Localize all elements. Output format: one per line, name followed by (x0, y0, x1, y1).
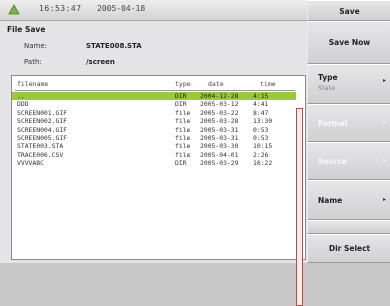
save-now-label: Save Now (328, 38, 371, 47)
format-button[interactable]: Format ▸ (307, 104, 390, 142)
file-rows: .. DIR 2004-12-28 4:15 DDD DIR 2005-03-12 4:41 S… (12, 92, 296, 168)
file-type-cell: DIR (175, 92, 187, 100)
file-row[interactable]: SCREEN002.GIF file 2005-03-28 13:30 (12, 117, 296, 125)
file-row[interactable]: DDD DIR 2005-03-12 4:41 (12, 100, 296, 108)
type-arrow-icon: ▸ (382, 77, 386, 84)
file-type-cell: file (175, 117, 191, 126)
file-row[interactable]: SCREEN001.GIF file 2005-03-22 8:47 (12, 109, 296, 117)
file-row[interactable]: SCREEN005.GIF file 2005-03-31 0:53 (12, 134, 296, 142)
save-now-button[interactable]: Save Now (307, 21, 390, 64)
file-time-cell: 0:53 (253, 125, 269, 134)
file-row[interactable]: TRACE006.CSV file 2005-04-01 2:26 (12, 151, 296, 159)
header-divider (15, 90, 295, 91)
file-time-cell: 0:53 (253, 133, 269, 142)
file-date-cell: 2005-03-30 (200, 142, 239, 151)
type-value: State (318, 84, 336, 92)
status-bar: 16:53:47 2005-04-18 (0, 0, 307, 21)
scrollbar[interactable] (296, 108, 303, 306)
file-name-cell: TRACE006.CSV (17, 150, 64, 159)
file-list-header: filename type date time (12, 76, 305, 89)
file-name-cell: .. (17, 92, 25, 100)
file-time-cell: 16:22 (253, 159, 273, 168)
file-time-cell: 8:47 (253, 108, 269, 117)
file-type-cell: file (175, 108, 191, 117)
file-name-cell: STATE003.STA (17, 142, 64, 151)
column-header-filename: filename (17, 80, 49, 88)
path-value: /screen (86, 58, 115, 66)
type-label: Type (318, 73, 338, 82)
file-type-cell: file (175, 133, 191, 142)
file-name-cell: SCREEN005.GIF (17, 133, 68, 142)
file-date-cell: 2005-03-29 (200, 159, 239, 168)
name-button[interactable]: Name ▸ (307, 180, 390, 220)
file-date-cell: 2005-03-12 (200, 100, 239, 109)
instrument-screen: 16:53:47 2005-04-18 File Save Name: STAT… (0, 0, 390, 306)
blank-softkey (307, 220, 390, 234)
dir-select-button[interactable]: Dir Select (307, 234, 390, 263)
file-date-cell: 2005-04-01 (200, 150, 239, 159)
file-time-cell: 2:26 (253, 150, 269, 159)
save-header: Save (307, 0, 390, 21)
source-button[interactable]: Source ▸ (307, 142, 390, 180)
file-save-panel: 16:53:47 2005-04-18 File Save Name: STAT… (0, 0, 307, 306)
column-header-time: time (260, 80, 276, 88)
instrument-logo-icon (8, 4, 20, 15)
file-list[interactable]: filename type date time .. DIR 2004-12-28 4… (11, 75, 306, 306)
status-date: 2005-04-18 (97, 4, 146, 13)
name-button-label: Name (318, 196, 343, 205)
file-date-cell: 2005-03-31 (200, 133, 239, 142)
file-time-cell: 13:30 (253, 117, 273, 126)
file-row[interactable]: VVVVABC DIR 2005-03-29 16:22 (12, 159, 296, 167)
file-name-cell: SCREEN001.GIF (17, 108, 68, 117)
page-title: File Save (7, 25, 46, 34)
file-name-cell: DDD (17, 100, 29, 109)
file-date-cell: 2004-12-28 (200, 92, 239, 100)
softkey-panel: Save Save Now Type State ▸ Format ▸ Sour… (307, 0, 390, 263)
save-header-label: Save (339, 7, 360, 16)
file-date-cell: 2005-03-22 (200, 108, 239, 117)
file-time-cell: 10:15 (253, 142, 273, 151)
file-type-cell: DIR (175, 100, 187, 109)
file-type-cell: file (175, 125, 191, 134)
file-date-cell: 2005-03-28 (200, 117, 239, 126)
name-label: Name: (24, 42, 48, 50)
file-time-cell: 4:15 (253, 92, 269, 100)
source-label: Source (318, 157, 348, 166)
file-row[interactable]: .. DIR 2004-12-28 4:15 (12, 92, 296, 101)
file-type-cell: file (175, 142, 191, 151)
column-header-type: type (175, 80, 191, 88)
column-header-date: date (208, 80, 224, 88)
status-time: 16:53:47 (39, 4, 82, 13)
name-arrow-icon: ▸ (382, 196, 386, 203)
format-arrow-icon: ▸ (382, 119, 386, 126)
type-button[interactable]: Type State ▸ (307, 64, 390, 104)
name-value[interactable]: STATE008.STA (86, 42, 142, 50)
file-name-cell: SCREEN004.GIF (17, 125, 68, 134)
file-time-cell: 4:41 (253, 100, 269, 109)
file-date-cell: 2005-03-31 (200, 125, 239, 134)
file-type-cell: DIR (175, 159, 187, 168)
path-label: Path: (24, 58, 42, 66)
source-arrow-icon: ▸ (382, 157, 386, 164)
file-type-cell: file (175, 150, 191, 159)
file-name-cell: SCREEN002.GIF (17, 117, 68, 126)
file-row[interactable]: SCREEN004.GIF file 2005-03-31 0:53 (12, 126, 296, 134)
file-row[interactable]: STATE003.STA file 2005-03-30 10:15 (12, 142, 296, 150)
format-label: Format (318, 119, 349, 128)
dir-select-label: Dir Select (328, 244, 371, 253)
file-name-cell: VVVVABC (17, 159, 44, 168)
